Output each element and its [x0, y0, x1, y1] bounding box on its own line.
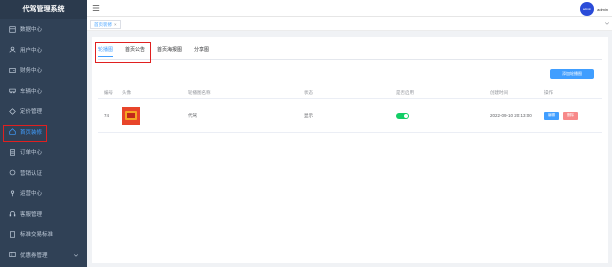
badge-icon: [8, 169, 16, 177]
car-icon: [8, 87, 16, 95]
sidebar-item-label: 财务中心: [20, 68, 43, 75]
tags-view: 首页装修 ×: [87, 17, 612, 31]
carousel-table: 编号 头像 轮播图名称 状态 是否启用 创建时间 操作 74 代驾 显示 202…: [98, 87, 602, 133]
wallet-icon: [8, 66, 16, 74]
hamburger-icon[interactable]: [92, 4, 100, 12]
row-created: 2022-09-10 20:13:00: [490, 113, 532, 118]
col-header-name: 轮播图名称: [188, 89, 211, 95]
sidebar-item-data-center[interactable]: 数据中心: [0, 19, 87, 40]
sidebar-item-label: 首页装修: [20, 129, 43, 136]
document-icon: [8, 230, 16, 238]
username[interactable]: admin: [597, 7, 608, 12]
sidebar-item-label: 标准交易标准: [20, 232, 54, 239]
tag-home-decoration[interactable]: 首页装修 ×: [90, 20, 121, 29]
col-header-created: 创建时间: [490, 89, 508, 95]
table-row: 74 代驾 显示 2022-09-10 20:13:00 编辑 删除: [98, 99, 602, 133]
sidebar-item-finance-center[interactable]: 财务中心: [0, 60, 87, 81]
sidebar-item-label: 订单中心: [20, 150, 43, 157]
sidebar: 代驾管理系统 数据中心 用户中心 财务中心 车辆中心 定价管理 首页装修 订单中…: [0, 0, 87, 267]
sidebar-item-label: 定价管理: [20, 109, 43, 116]
chevron-down-icon: [73, 253, 79, 257]
row-actions: 编辑 删除: [544, 99, 578, 132]
sidebar-item-label: 客服管理: [20, 211, 43, 218]
coupon-icon: [8, 251, 16, 259]
chevron-down-icon[interactable]: [604, 20, 610, 26]
row-status: 显示: [304, 112, 313, 118]
tag-label: 首页装修: [94, 22, 112, 27]
tab-poster[interactable]: 首页海报图: [157, 45, 182, 57]
tab-share[interactable]: 分享图: [194, 45, 209, 57]
tabs-divider: [98, 59, 602, 60]
row-id: 74: [104, 113, 110, 118]
person-icon: [8, 189, 16, 197]
service-icon: [8, 210, 16, 218]
sidebar-item-label: 车辆中心: [20, 88, 43, 95]
avatar[interactable]: admin: [580, 2, 594, 16]
col-header-enabled: 是否启用: [396, 89, 414, 95]
row-thumbnail[interactable]: [122, 99, 140, 132]
col-header-image: 头像: [122, 89, 131, 95]
sidebar-item-trade-standard[interactable]: 标准交易标准: [0, 224, 87, 245]
home-icon: [8, 128, 16, 136]
sidebar-item-pricing[interactable]: 定价管理: [0, 101, 87, 122]
edit-button[interactable]: 编辑: [544, 111, 559, 120]
sidebar-item-home-decoration[interactable]: 首页装修: [0, 122, 87, 143]
sidebar-item-marketing[interactable]: 营销认证: [0, 163, 87, 184]
sidebar-item-vehicle-center[interactable]: 车辆中心: [0, 81, 87, 102]
main-content: 轮播图 首页公告 首页海报图 分享图 添加轮播图 编号 头像 轮播图名称 状态 …: [92, 37, 608, 263]
sidebar-item-customer-service[interactable]: 客服管理: [0, 204, 87, 225]
sidebar-item-label: 数据中心: [20, 27, 43, 34]
pricetag-icon: [8, 107, 16, 115]
col-header-status: 状态: [304, 89, 313, 95]
col-header-id: 编号: [104, 89, 113, 95]
sidebar-item-label: 优惠券管理: [20, 252, 48, 259]
close-icon[interactable]: ×: [114, 22, 117, 27]
tabs-highlight-box: [95, 42, 151, 63]
sidebar-item-operations[interactable]: 运营中心: [0, 183, 87, 204]
order-icon: [8, 148, 16, 156]
user-icon: [8, 46, 16, 54]
row-enabled: [396, 99, 409, 132]
sidebar-item-user-center[interactable]: 用户中心: [0, 40, 87, 61]
delete-button[interactable]: 删除: [563, 111, 578, 120]
sidebar-item-label: 用户中心: [20, 47, 43, 54]
sidebar-item-label: 营销认证: [20, 170, 43, 177]
dashboard-icon: [8, 25, 16, 33]
table-header: 编号 头像 轮播图名称 状态 是否启用 创建时间 操作: [98, 87, 602, 99]
top-header: admin admin: [87, 0, 612, 17]
enabled-switch[interactable]: [396, 112, 409, 119]
col-header-actions: 操作: [544, 89, 553, 95]
brand-title: 代驾管理系统: [0, 0, 87, 19]
sidebar-item-coupons[interactable]: 优惠券管理: [0, 245, 87, 266]
sidebar-item-order-center[interactable]: 订单中心: [0, 142, 87, 163]
row-name: 代驾: [188, 112, 197, 118]
carousel-image[interactable]: [122, 106, 140, 125]
add-carousel-button[interactable]: 添加轮播图: [550, 69, 594, 79]
sidebar-menu: 数据中心 用户中心 财务中心 车辆中心 定价管理 首页装修 订单中心 营销认证: [0, 19, 87, 265]
switch-knob: [404, 113, 408, 118]
sidebar-item-label: 运营中心: [20, 191, 43, 198]
